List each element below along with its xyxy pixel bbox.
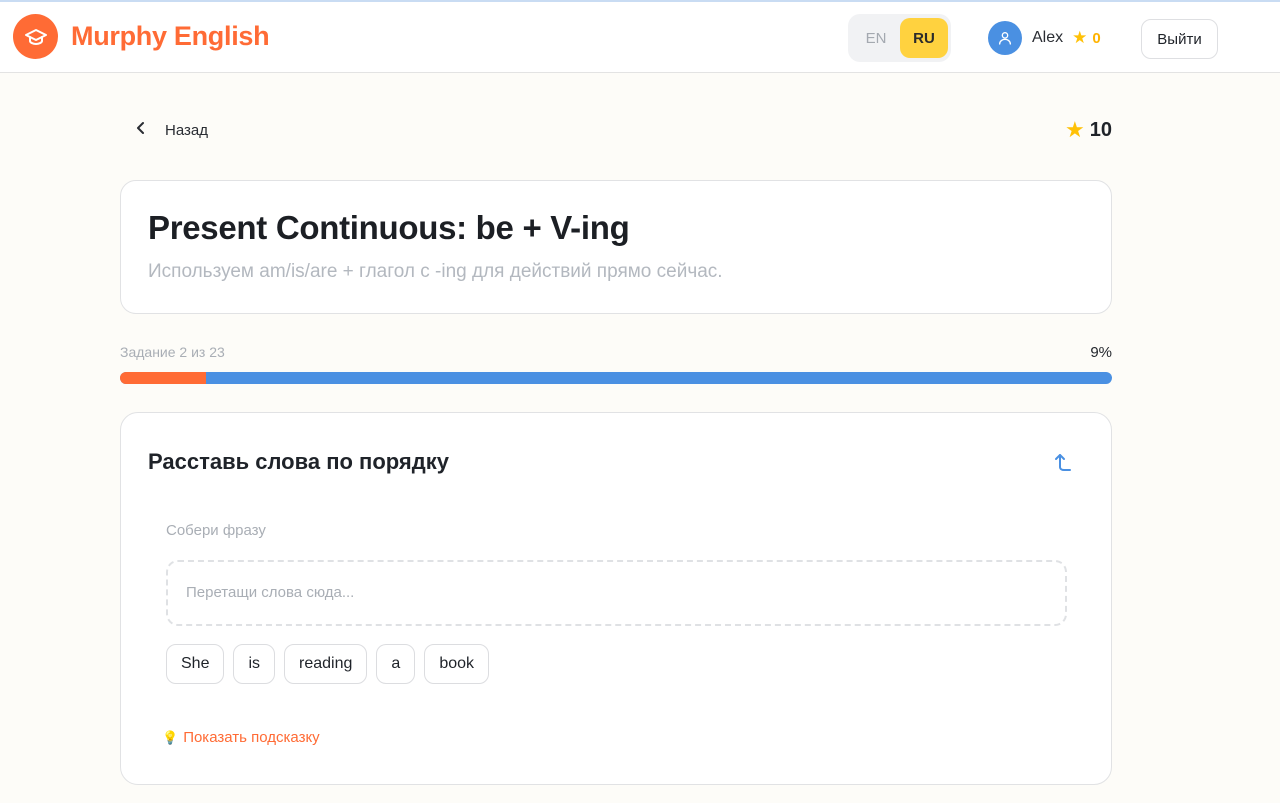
hint-label: Показать подсказку <box>183 729 320 746</box>
user-info[interactable]: Alex ★ 0 <box>988 21 1101 55</box>
star-icon: ★ <box>1065 117 1085 142</box>
task-title: Расставь слова по порядку <box>148 449 449 474</box>
graduation-cap-icon <box>13 14 58 59</box>
word-chip[interactable]: a <box>376 644 416 684</box>
progress-bar <box>120 372 1112 384</box>
reset-button[interactable] <box>1049 451 1077 479</box>
undo-arrow-icon <box>1053 452 1073 479</box>
word-chip[interactable]: book <box>424 644 490 684</box>
app-header: Murphy English EN RU Alex ★ 0 Выйти <box>0 0 1280 73</box>
lightbulb-icon: 💡 <box>162 729 179 745</box>
topic-subtitle: Используем am/is/are + глагол с -ing для… <box>148 261 723 282</box>
user-name: Alex <box>1032 29 1064 46</box>
chevron-left-icon <box>135 121 147 139</box>
back-label: Назад <box>165 121 208 139</box>
dropzone-placeholder: Перетащи слова сюда... <box>186 584 355 601</box>
lang-en-button[interactable]: EN <box>852 18 900 58</box>
word-chip[interactable]: is <box>233 644 276 684</box>
word-bank: She is reading a book <box>166 644 490 684</box>
task-card: Расставь слова по порядку Собери фразу П… <box>120 412 1112 785</box>
logout-button[interactable]: Выйти <box>1141 19 1218 59</box>
brand-logo[interactable]: Murphy English <box>13 14 270 59</box>
back-button[interactable]: Назад <box>135 115 208 145</box>
assemble-label: Собери фразу <box>166 522 266 539</box>
topic-card: Present Continuous: be + V-ing Используе… <box>120 180 1112 314</box>
show-hint-button[interactable]: 💡 Показать подсказку <box>162 729 320 746</box>
score-display: ★ 10 <box>1060 116 1112 144</box>
word-chip[interactable]: She <box>166 644 225 684</box>
progress-bar-fill <box>120 372 207 384</box>
topic-title: Present Continuous: be + V-ing <box>148 209 630 246</box>
star-icon: ★ <box>1072 28 1088 47</box>
user-points: 0 <box>1092 29 1101 47</box>
brand-name: Murphy English <box>71 21 270 51</box>
language-switch: EN RU <box>848 14 951 62</box>
progress-label: Задание 2 из 23 <box>120 344 225 360</box>
phrase-dropzone[interactable]: Перетащи слова сюда... <box>166 560 1067 626</box>
user-avatar-icon <box>988 21 1022 55</box>
word-chip[interactable]: reading <box>284 644 368 684</box>
lang-ru-button[interactable]: RU <box>900 18 948 58</box>
progress-percent: 9% <box>1090 344 1112 361</box>
score-value: 10 <box>1089 118 1112 141</box>
